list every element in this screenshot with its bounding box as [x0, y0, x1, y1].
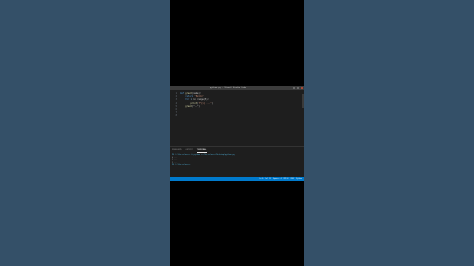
- status-item[interactable]: Python: [296, 178, 302, 181]
- code-token: greet: [185, 104, 192, 108]
- code-token: ): [211, 101, 213, 105]
- status-bar: Ln 5, Col 12 Spaces: 4 UTF-8 CRLF Python: [170, 177, 304, 181]
- terminal-line: PS C:\Users\user>: [172, 164, 191, 167]
- status-item[interactable]: CRLF: [290, 178, 294, 181]
- code-editor[interactable]: 1 def greet (name): 2 return "Hello" 3 for i…: [170, 90, 304, 146]
- maximize-icon[interactable]: [297, 87, 299, 89]
- status-item[interactable]: Spaces: 4: [273, 178, 282, 181]
- tab-problems[interactable]: PROBLEMS: [172, 149, 182, 153]
- code-token: f"{i} ...": [198, 101, 212, 105]
- panel-tabs: PROBLEMS OUTPUT TERMINAL: [172, 149, 207, 153]
- tab-terminal[interactable]: TERMINAL: [196, 149, 207, 153]
- bottom-panel: PROBLEMS OUTPUT TERMINAL PS C:\Users\user>…: [170, 147, 304, 176]
- minimize-icon[interactable]: [293, 87, 295, 89]
- code-token: (".."): [191, 104, 200, 108]
- line-number: 8: [175, 114, 177, 118]
- editor-scrollbar[interactable]: [302, 94, 304, 108]
- tab-output[interactable]: OUTPUT: [186, 149, 193, 153]
- status-item[interactable]: UTF-8: [284, 178, 289, 181]
- vscode-window: python.py - Visual Studio Code 1 def gree…: [170, 86, 304, 181]
- video-frame: python.py - Visual Studio Code 1 def gree…: [170, 0, 304, 266]
- terminal-line: PS C:\Users\user> & python c:/Users/user…: [172, 154, 235, 156]
- left-background: [0, 0, 170, 266]
- close-icon[interactable]: [301, 87, 303, 89]
- right-background: [304, 0, 474, 266]
- status-item[interactable]: Ln 5, Col 12: [259, 178, 271, 181]
- code-line[interactable]: 8: [172, 114, 180, 117]
